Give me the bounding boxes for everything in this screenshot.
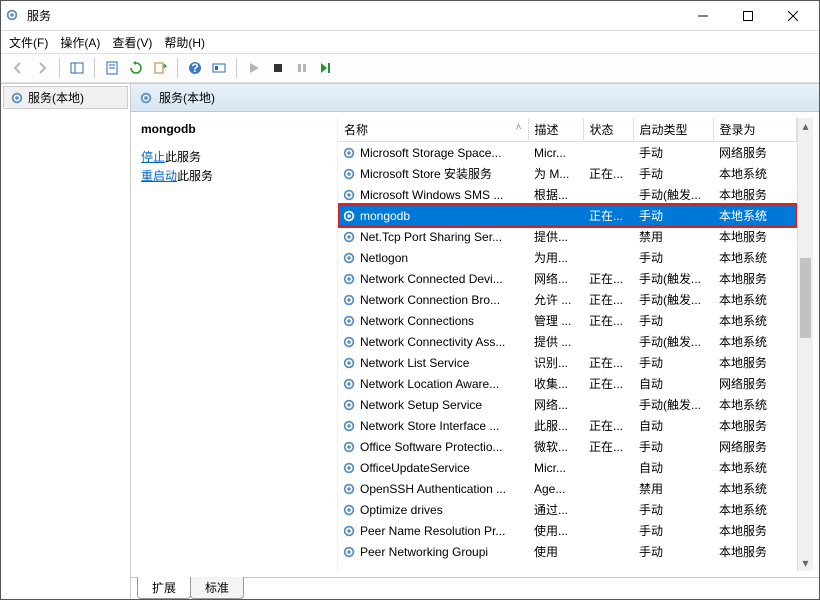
- table-row[interactable]: OpenSSH Authentication ...Age...禁用本地系统: [338, 478, 797, 499]
- table-row[interactable]: Network List Service识别...正在...手动本地服务: [338, 352, 797, 373]
- toolbar: ?: [1, 53, 819, 83]
- col-desc[interactable]: 描述: [528, 118, 583, 142]
- service-list[interactable]: 名称˄ 描述 状态 启动类型 登录为 Microsoft Storage Spa…: [337, 118, 813, 571]
- scroll-thumb[interactable]: [800, 258, 811, 338]
- table-row[interactable]: Microsoft Windows SMS ...根据...手动(触发...本地…: [338, 184, 797, 205]
- back-button: [7, 57, 29, 79]
- table-row[interactable]: Network Connected Devi...网络...正在...手动(触发…: [338, 268, 797, 289]
- table-row[interactable]: Network Connectivity Ass...提供 ...手动(触发..…: [338, 331, 797, 352]
- forward-button: [31, 57, 53, 79]
- table-row[interactable]: mongodb正在...手动本地系统: [338, 205, 797, 226]
- services-window: 服务 文件(F) 操作(A) 查看(V) 帮助(H) ?: [0, 0, 820, 600]
- title-bar[interactable]: 服务: [1, 1, 819, 31]
- tree-root-item[interactable]: 服务(本地): [3, 86, 128, 109]
- menu-action[interactable]: 操作(A): [60, 34, 100, 51]
- tab-standard[interactable]: 标准: [190, 577, 244, 599]
- table-row[interactable]: Microsoft Store 安装服务为 M...正在...手动本地系统: [338, 163, 797, 184]
- restart-link[interactable]: 重启动: [141, 169, 177, 183]
- gear-icon: [342, 419, 356, 433]
- stop-link[interactable]: 停止: [141, 150, 165, 164]
- gear-icon: [342, 524, 356, 538]
- restart-service-button[interactable]: [315, 57, 337, 79]
- table-row[interactable]: Network Store Interface ...此服...正在...自动本…: [338, 415, 797, 436]
- show-hide-tree-button[interactable]: [66, 57, 88, 79]
- gear-icon: [342, 314, 356, 328]
- gear-icon: [342, 293, 356, 307]
- panel-title: 服务(本地): [159, 89, 215, 106]
- selected-service-name: mongodb: [141, 122, 327, 136]
- refresh-button[interactable]: [125, 57, 147, 79]
- app-icon: [5, 8, 21, 24]
- gear-icon: [342, 251, 356, 265]
- properties-button[interactable]: [101, 57, 123, 79]
- tab-extended[interactable]: 扩展: [137, 577, 191, 599]
- gear-icon: [342, 545, 356, 559]
- window-title: 服务: [27, 7, 680, 24]
- gear-icon: [342, 146, 356, 160]
- gear-icon: [139, 91, 153, 105]
- table-row[interactable]: Network Connection Bro...允许 ...正在...手动(触…: [338, 289, 797, 310]
- export-button[interactable]: [149, 57, 171, 79]
- stop-service-button[interactable]: [267, 57, 289, 79]
- col-status[interactable]: 状态: [583, 118, 633, 142]
- gear-icon: [10, 91, 24, 105]
- gear-icon: [342, 482, 356, 496]
- toolbar-button[interactable]: [208, 57, 230, 79]
- table-row[interactable]: Peer Name Resolution Pr...使用...手动本地服务: [338, 520, 797, 541]
- gear-icon: [342, 356, 356, 370]
- start-service-button: [243, 57, 265, 79]
- svg-text:?: ?: [191, 61, 198, 75]
- gear-icon: [342, 209, 356, 223]
- gear-icon: [342, 167, 356, 181]
- table-row[interactable]: Network Location Aware...收集...正在...自动网络服…: [338, 373, 797, 394]
- minimize-button[interactable]: [680, 2, 725, 30]
- detail-pane: 服务(本地) mongodb 停止此服务 重启动此服务 名称˄ 描: [131, 84, 819, 599]
- panel-header: 服务(本地): [131, 84, 819, 112]
- help-button[interactable]: ?: [184, 57, 206, 79]
- table-row[interactable]: Office Software Protectio...微软...正在...手动…: [338, 436, 797, 457]
- tree-pane[interactable]: 服务(本地): [1, 84, 131, 599]
- col-startup[interactable]: 启动类型: [633, 118, 713, 142]
- col-logon[interactable]: 登录为: [713, 118, 797, 142]
- table-row[interactable]: Microsoft Storage Space...Micr...手动网络服务: [338, 142, 797, 164]
- table-row[interactable]: Net.Tcp Port Sharing Ser...提供...禁用本地服务: [338, 226, 797, 247]
- gear-icon: [342, 230, 356, 244]
- gear-icon: [342, 461, 356, 475]
- gear-icon: [342, 377, 356, 391]
- table-row[interactable]: Optimize drives通过...手动本地系统: [338, 499, 797, 520]
- pause-service-button: [291, 57, 313, 79]
- menu-view[interactable]: 查看(V): [112, 34, 152, 51]
- table-row[interactable]: OfficeUpdateServiceMicr...自动本地系统: [338, 457, 797, 478]
- close-button[interactable]: [770, 2, 815, 30]
- table-row[interactable]: Network Connections管理 ...正在...手动本地系统: [338, 310, 797, 331]
- col-name[interactable]: 名称˄: [338, 118, 528, 142]
- vertical-scrollbar[interactable]: ▴ ▾: [797, 118, 813, 571]
- table-row[interactable]: Netlogon为用...手动本地系统: [338, 247, 797, 268]
- tree-root-label: 服务(本地): [28, 89, 84, 106]
- table-row[interactable]: Network Setup Service网络...手动(触发...本地系统: [338, 394, 797, 415]
- gear-icon: [342, 398, 356, 412]
- gear-icon: [342, 335, 356, 349]
- gear-icon: [342, 503, 356, 517]
- gear-icon: [342, 188, 356, 202]
- gear-icon: [342, 272, 356, 286]
- service-detail: mongodb 停止此服务 重启动此服务: [137, 118, 337, 571]
- view-tabs: 扩展 标准: [131, 577, 819, 599]
- gear-icon: [342, 440, 356, 454]
- content-area: 服务(本地) 服务(本地) mongodb 停止此服务 重启动此服务: [1, 83, 819, 599]
- scroll-up-button[interactable]: ▴: [798, 118, 813, 134]
- table-row[interactable]: Peer Networking Groupi使用手动本地服务: [338, 541, 797, 562]
- menu-file[interactable]: 文件(F): [9, 34, 48, 51]
- menu-bar: 文件(F) 操作(A) 查看(V) 帮助(H): [1, 31, 819, 53]
- menu-help[interactable]: 帮助(H): [164, 34, 205, 51]
- scroll-down-button[interactable]: ▾: [798, 555, 813, 571]
- maximize-button[interactable]: [725, 2, 770, 30]
